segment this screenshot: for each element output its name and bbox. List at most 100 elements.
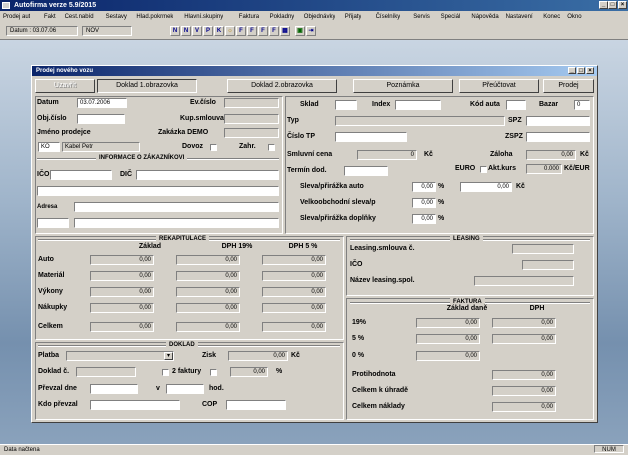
sleva-auto-kc[interactable]: 0,00 bbox=[460, 182, 512, 192]
celkem-naklady-field: 0,00 bbox=[492, 402, 556, 412]
faktury-checkbox-2[interactable] bbox=[210, 369, 217, 376]
menu-item[interactable]: Prodej aut bbox=[3, 11, 30, 23]
kupsml-field[interactable] bbox=[224, 114, 279, 124]
rekap-row-label: Celkem bbox=[38, 323, 63, 330]
platba-dropdown-icon[interactable]: ▾ bbox=[164, 352, 173, 360]
toolbar-pv-icon[interactable]: P bbox=[203, 26, 213, 36]
toolbar-user: NOV bbox=[82, 26, 132, 36]
psc-field[interactable] bbox=[37, 218, 69, 228]
toolbar-exit-icon[interactable]: ⇥ bbox=[306, 26, 316, 36]
toolbar-na-icon[interactable]: N bbox=[181, 26, 191, 36]
toolbar-fs-icon[interactable]: F bbox=[269, 26, 279, 36]
aktkurs-label: Akt.kurs bbox=[488, 165, 517, 172]
zspz-field[interactable] bbox=[526, 132, 590, 142]
menu-item[interactable]: Faktura bbox=[239, 11, 259, 23]
menu-item[interactable]: Přijaty bbox=[345, 11, 362, 23]
menu-item[interactable]: Konec bbox=[543, 11, 560, 23]
cop-field[interactable] bbox=[226, 400, 286, 410]
menu-item[interactable]: Sestavy bbox=[106, 11, 127, 23]
faktura-row-label: 0 % bbox=[352, 352, 365, 359]
doklad-field bbox=[76, 367, 136, 377]
toolbar-v-icon[interactable]: V bbox=[192, 26, 202, 36]
rekap-auto-dph19: 0,00 bbox=[176, 255, 240, 265]
rekap-header-dph5: DPH 5 % bbox=[288, 243, 318, 250]
mesto-field[interactable] bbox=[74, 218, 279, 228]
dic-field[interactable] bbox=[136, 170, 279, 180]
menu-item[interactable]: Fakt bbox=[44, 11, 56, 23]
menu-item[interactable]: Objednávky bbox=[304, 11, 336, 23]
window-minimize-icon[interactable]: _ bbox=[568, 67, 576, 74]
minimize-icon[interactable]: _ bbox=[599, 1, 608, 9]
dovoz-checkbox[interactable] bbox=[210, 144, 217, 151]
celkem-uhrada-field: 0,00 bbox=[492, 386, 556, 396]
toolbar-fp-icon[interactable]: F bbox=[258, 26, 268, 36]
zakazka-field[interactable] bbox=[224, 128, 279, 138]
menu-item[interactable]: Speciál bbox=[441, 11, 461, 23]
sleva-velko-pct[interactable]: 0,00 bbox=[412, 198, 436, 208]
toolbar-table-icon[interactable]: ▦ bbox=[280, 26, 290, 36]
toolbar-star-icon[interactable]: ☼ bbox=[225, 26, 235, 36]
sleva-auto-pct-unit: % bbox=[438, 183, 445, 190]
sleva-doplnky-pct[interactable]: 0,00 bbox=[412, 214, 436, 224]
prevzal-datum-field[interactable] bbox=[90, 384, 138, 394]
pct-unit: % bbox=[276, 368, 283, 375]
tp-field[interactable] bbox=[335, 132, 407, 142]
toolbar-save-icon[interactable]: ▣ bbox=[295, 26, 305, 36]
window-title: Prodej nového vozu bbox=[36, 68, 94, 74]
window-maximize-icon[interactable]: □ bbox=[577, 67, 585, 74]
prevzal-cas-field[interactable] bbox=[166, 384, 204, 394]
menu-item[interactable]: Hlad.pokrmek bbox=[136, 11, 173, 23]
tab-poznamka[interactable]: Poznámka bbox=[353, 79, 453, 93]
datum-field[interactable]: 03.07.2006 bbox=[77, 98, 127, 108]
kod-field[interactable] bbox=[506, 100, 526, 110]
maximize-icon[interactable]: □ bbox=[608, 1, 617, 9]
ico-field[interactable] bbox=[50, 170, 112, 180]
toolbar-fa-icon[interactable]: F bbox=[236, 26, 246, 36]
tab-preuctovat[interactable]: Přeúčtovat bbox=[459, 79, 539, 93]
spz-label: SPZ bbox=[508, 117, 522, 124]
faktura-row-label: 19% bbox=[352, 319, 367, 326]
termin-field[interactable] bbox=[344, 166, 388, 176]
adresa-field[interactable] bbox=[74, 202, 279, 212]
zahr-checkbox[interactable] bbox=[268, 144, 275, 151]
cena-unit: Kč bbox=[424, 151, 433, 158]
tab-prodej[interactable]: Prodej bbox=[543, 79, 594, 93]
faktury-checkbox[interactable] bbox=[162, 369, 169, 376]
kurs-unit: Kč/EUR bbox=[564, 165, 590, 172]
tab-doklad-1[interactable]: Doklad 1.obrazovka bbox=[97, 79, 197, 93]
menu-item[interactable]: Okno bbox=[567, 11, 581, 23]
zakaznik-name-field[interactable] bbox=[37, 186, 279, 196]
evcislo-field[interactable] bbox=[224, 98, 279, 108]
menu-item[interactable]: Nápověda bbox=[471, 11, 498, 23]
leasing-smlouva-field bbox=[512, 244, 574, 254]
window-close-icon[interactable]: × bbox=[586, 67, 594, 74]
toolbar-fz-icon[interactable]: F bbox=[247, 26, 257, 36]
spz-field[interactable] bbox=[526, 116, 590, 126]
euro-checkbox[interactable] bbox=[480, 166, 487, 173]
kdo-prevzal-field[interactable] bbox=[90, 400, 180, 410]
index-field[interactable] bbox=[395, 100, 441, 110]
tab-uzavrit[interactable]: Uzavřít bbox=[35, 79, 95, 93]
tab-doklad-2[interactable]: Doklad 2.obrazovka bbox=[227, 79, 337, 93]
toolbar-n-icon[interactable]: N bbox=[170, 26, 180, 36]
menu-item[interactable]: Pokladny bbox=[270, 11, 295, 23]
kupsml-label: Kup.smlouva bbox=[180, 115, 224, 122]
menu-item[interactable]: Nastavení bbox=[506, 11, 533, 23]
menu-item[interactable]: Servis bbox=[413, 11, 430, 23]
menu-item[interactable]: Číselníky bbox=[376, 11, 401, 23]
faktura-5-dph: 0,00 bbox=[492, 334, 556, 344]
sleva-auto-pct[interactable]: 0,00 bbox=[412, 182, 436, 192]
faktury-label: 2 faktury bbox=[172, 368, 202, 375]
index-label: Index bbox=[372, 101, 391, 108]
bazar-field[interactable]: 0 bbox=[574, 100, 590, 110]
rekap-auto-zaklad: 0,00 bbox=[90, 255, 154, 265]
prevzal-label: Převzal dne bbox=[38, 385, 77, 392]
menu-item[interactable]: Hlavní.skupiny bbox=[184, 11, 223, 23]
objcislo-field[interactable] bbox=[77, 114, 125, 124]
prodejce-code-field[interactable]: KO bbox=[38, 142, 60, 152]
sklad-field[interactable] bbox=[335, 100, 357, 110]
close-icon[interactable]: × bbox=[618, 1, 627, 9]
menu-item[interactable]: Cest.nabíd bbox=[65, 11, 94, 23]
toolbar-k-icon[interactable]: K bbox=[214, 26, 224, 36]
platba-field[interactable] bbox=[66, 351, 174, 361]
